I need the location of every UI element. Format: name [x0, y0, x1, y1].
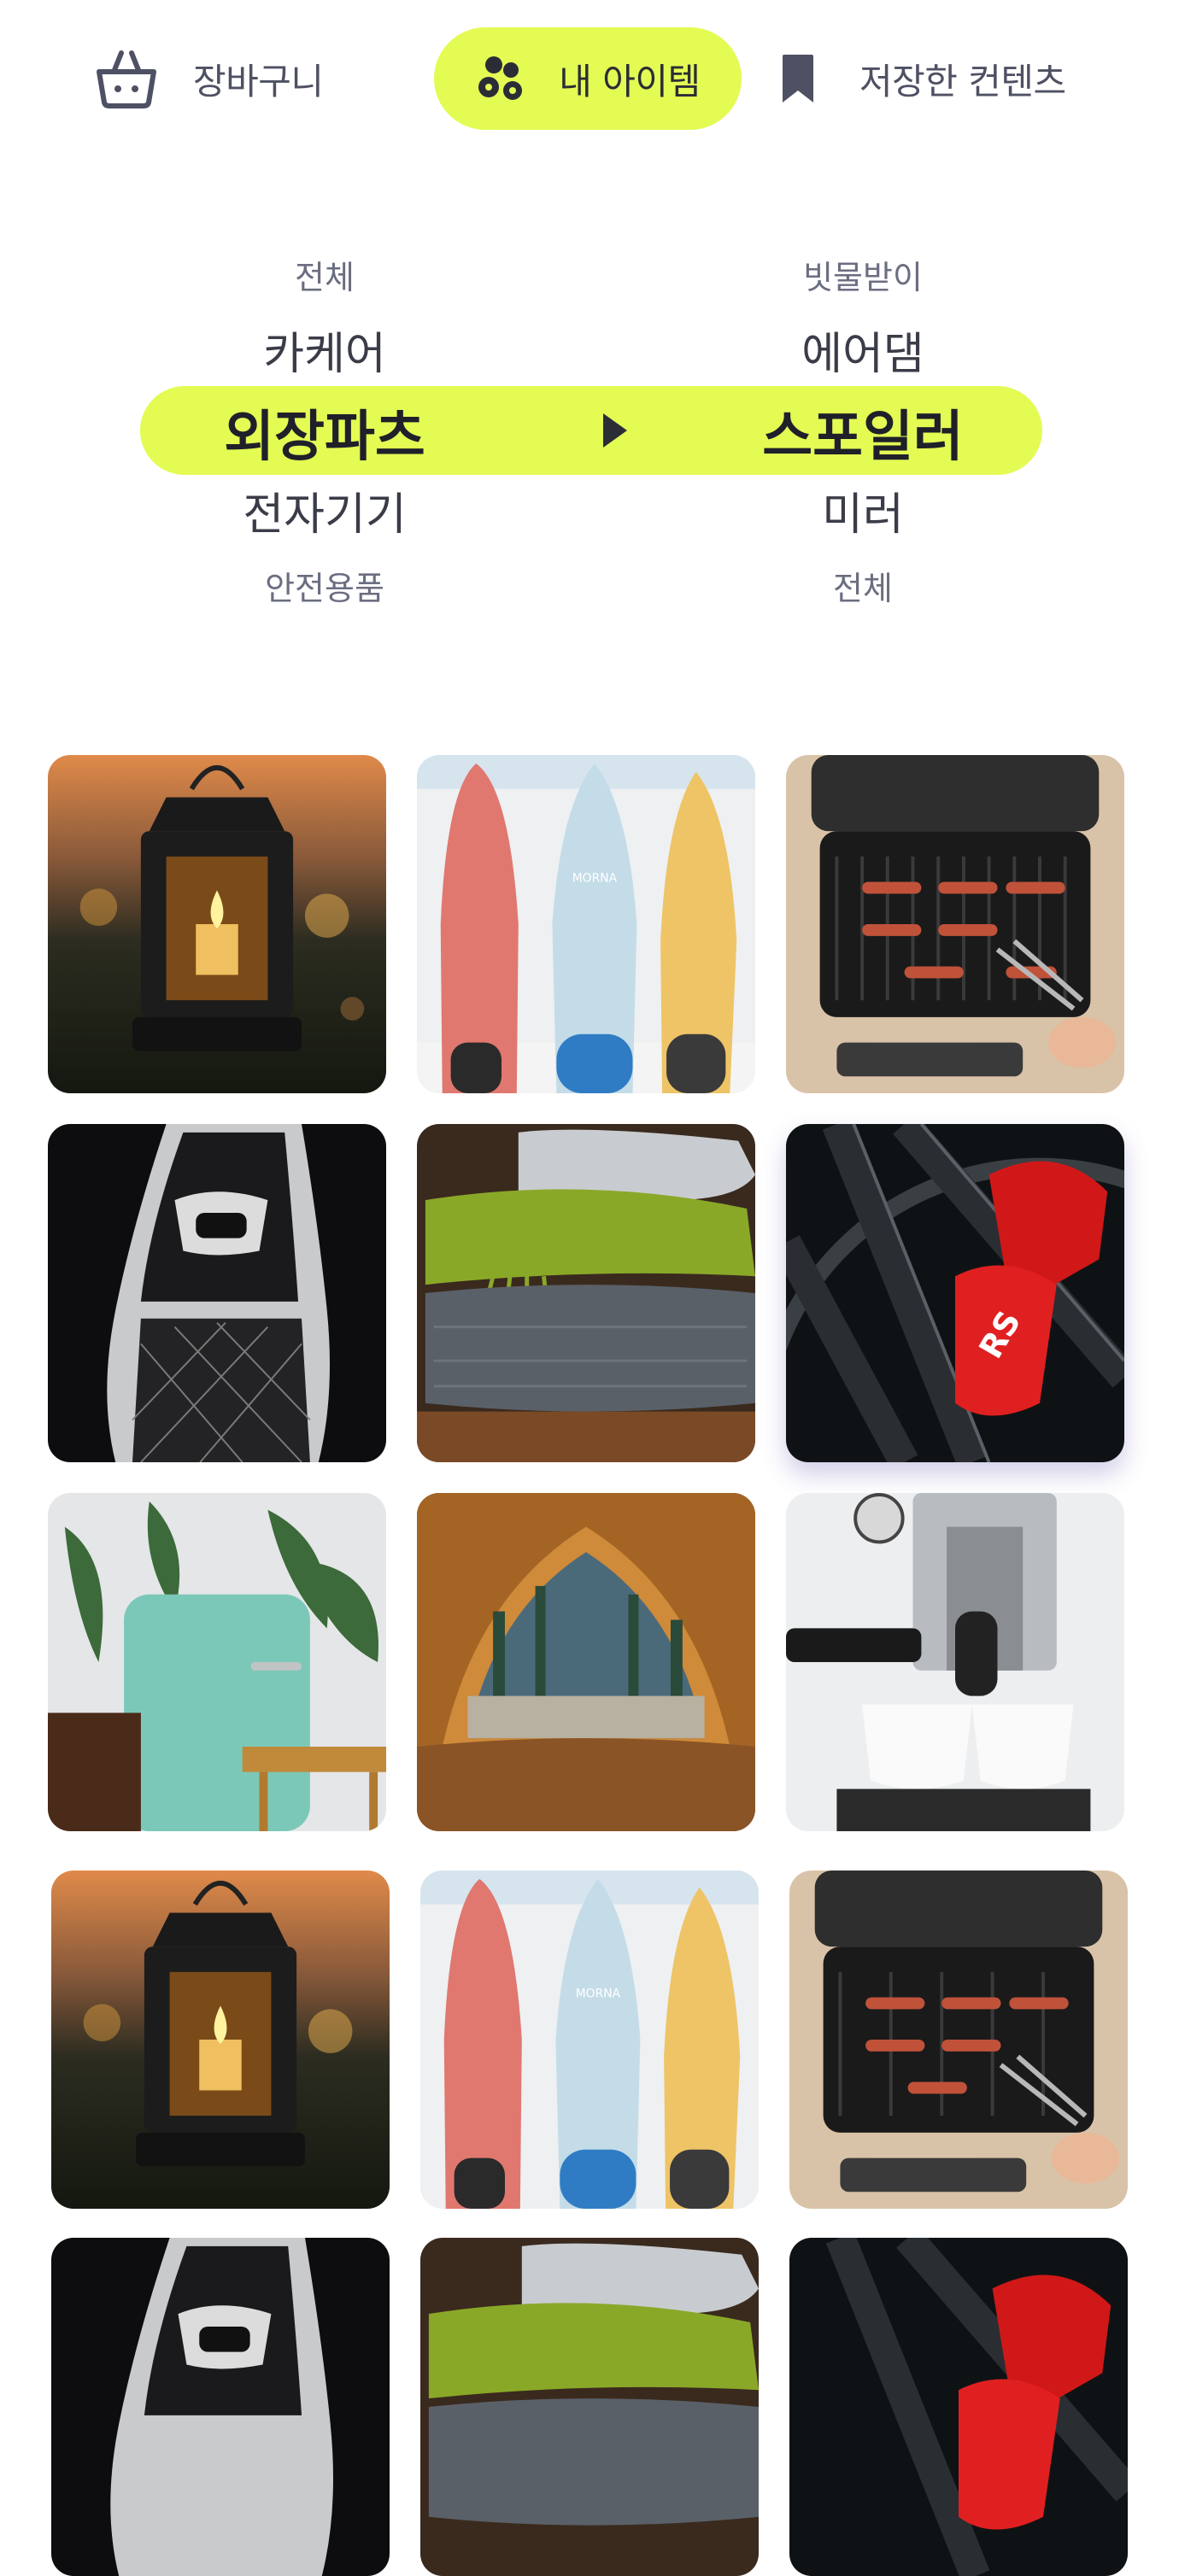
- grid-photo-brake-caliper[interactable]: [789, 2238, 1128, 2576]
- grid-photo-lantern[interactable]: [48, 755, 386, 1093]
- category-option[interactable]: 전자기기: [128, 478, 521, 542]
- svg-text:MORNA: MORNA: [576, 1988, 621, 2001]
- category-picker: 전체 카케어 외장파츠 전자기기 안전용품 빗물받이 에어댐 스포일러 미러 전…: [0, 231, 1179, 624]
- category-option[interactable]: 전체: [128, 251, 521, 298]
- triangle-right-icon: [601, 403, 629, 458]
- grid-photo-retro-fridge[interactable]: [48, 1493, 386, 1831]
- grid-photo-espresso-machine[interactable]: [786, 1493, 1124, 1831]
- svg-text:MORNA: MORNA: [572, 872, 618, 886]
- tab-cart[interactable]: 장바구니: [94, 27, 324, 130]
- tab-saved-content[interactable]: 저장한 컨텐츠: [779, 27, 1066, 130]
- grid-photo-tent[interactable]: [417, 1493, 755, 1831]
- category-option[interactable]: 안전용품: [128, 562, 521, 609]
- subcategory-option[interactable]: 빗물받이: [666, 251, 1059, 298]
- grid-photo-blankets[interactable]: [417, 1124, 755, 1462]
- grid-photo-brake-caliper[interactable]: RS: [786, 1124, 1124, 1462]
- grid-photo-lantern[interactable]: [51, 1871, 390, 2209]
- category-option[interactable]: 카케어: [128, 318, 521, 382]
- grid-photo-surfboards[interactable]: MORNA: [417, 755, 755, 1093]
- tab-my-items[interactable]: 내 아이템: [434, 27, 742, 130]
- subcategory-option-selected[interactable]: 스포일러: [666, 393, 1059, 471]
- subcategory-option[interactable]: 에어댐: [666, 318, 1059, 382]
- grid-photo-grill[interactable]: [789, 1871, 1128, 2209]
- grid-photo-blankets[interactable]: [420, 2238, 759, 2576]
- grid-photo-car-seat[interactable]: [48, 1124, 386, 1462]
- subcategory-option[interactable]: 전체: [666, 562, 1059, 609]
- shopping-basket-icon: [94, 46, 159, 111]
- category-option-selected[interactable]: 외장파츠: [128, 393, 521, 471]
- item-photo-grid: MORNA RS MORNA: [0, 752, 1179, 2576]
- grid-photo-car-seat[interactable]: [51, 2238, 390, 2576]
- tab-label: 장바구니: [193, 60, 324, 102]
- tab-label: 저장한 컨텐츠: [859, 60, 1066, 102]
- grid-photo-grill[interactable]: [786, 755, 1124, 1093]
- subcategory-option[interactable]: 미러: [666, 478, 1059, 542]
- my-items-icon: [475, 51, 530, 106]
- grid-photo-surfboards[interactable]: MORNA: [420, 1871, 759, 2209]
- tab-label: 내 아이템: [559, 60, 701, 102]
- top-tab-bar: 장바구니 내 아이템 저장한 컨텐츠: [0, 0, 1179, 162]
- bookmark-icon: [779, 51, 817, 106]
